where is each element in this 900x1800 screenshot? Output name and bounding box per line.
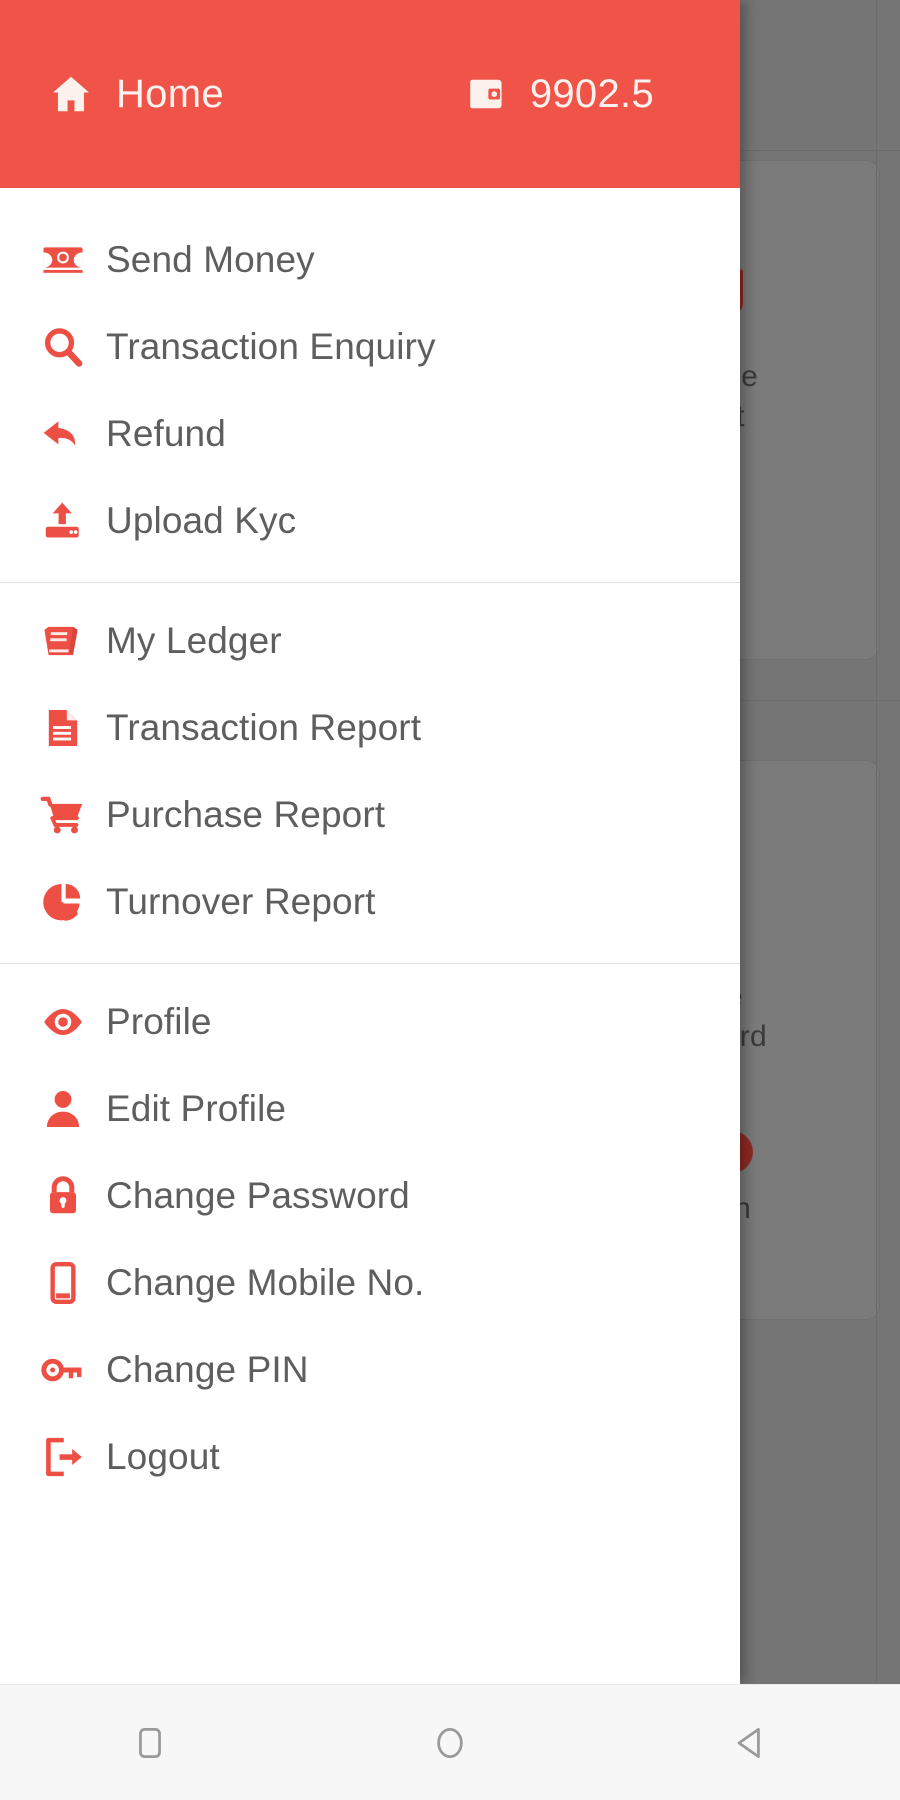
shopping-cart-icon [40, 792, 98, 838]
menu-item-label: Send Money [106, 238, 315, 280]
pie-chart-icon [40, 879, 98, 925]
menu-item-label: Transaction Report [106, 706, 422, 748]
menu-item-turnover-report[interactable]: Turnover Report [0, 858, 740, 945]
mobile-phone-icon [40, 1260, 98, 1306]
menu-item-logout[interactable]: Logout [0, 1413, 740, 1500]
document-icon [40, 705, 98, 751]
android-navigation-bar [0, 1684, 900, 1800]
reply-arrow-icon [40, 411, 98, 457]
menu-item-label: Edit Profile [106, 1087, 287, 1129]
square-icon [139, 1727, 161, 1758]
menu-item-label: Purchase Report [106, 793, 386, 835]
menu-item-label: Transaction Enquiry [106, 325, 436, 367]
banknote-icon [40, 237, 98, 283]
wallet-balance[interactable]: 9902.5 [466, 71, 696, 117]
lock-icon [40, 1173, 98, 1219]
menu-item-label: Upload Kyc [106, 499, 297, 541]
eye-icon [40, 999, 98, 1045]
recents-button[interactable] [0, 1685, 300, 1800]
menu-item-label: Change PIN [106, 1348, 309, 1390]
person-icon [40, 1086, 98, 1132]
menu-group-account: Profile Edit Profile Change Password Cha… [0, 964, 740, 1518]
navigation-drawer: Home 9902.5 Send Money Transaction Enqui… [0, 0, 740, 1684]
menu-item-change-mobile-no[interactable]: Change Mobile No. [0, 1239, 740, 1326]
wallet-icon [470, 79, 502, 109]
drawer-header-title: Home [116, 72, 224, 116]
upload-icon [40, 498, 98, 544]
home-icon [52, 76, 90, 112]
menu-item-change-pin[interactable]: Change PIN [0, 1326, 740, 1413]
background-edge-line [876, 0, 877, 1684]
menu-item-label: Profile [106, 1000, 212, 1042]
menu-item-label: Change Password [106, 1174, 410, 1216]
wallet-balance-amount: 9902.5 [529, 72, 654, 116]
book-icon [40, 618, 98, 664]
home-button[interactable] [300, 1685, 600, 1800]
sign-out-icon [40, 1434, 98, 1480]
menu-item-purchase-report[interactable]: Purchase Report [0, 771, 740, 858]
menu-item-label: Refund [106, 412, 226, 454]
menu-item-label: Logout [106, 1435, 220, 1477]
drawer-header-home[interactable]: Home [48, 71, 224, 117]
drawer-header: Home 9902.5 [0, 0, 740, 188]
menu-item-profile[interactable]: Profile [0, 978, 740, 1065]
menu-item-my-ledger[interactable]: My Ledger [0, 597, 740, 684]
menu-item-transaction-report[interactable]: Transaction Report [0, 684, 740, 771]
menu-item-label: Turnover Report [106, 880, 376, 922]
menu-item-change-password[interactable]: Change Password [0, 1152, 740, 1239]
app-screen: ase ort ge word Pin Home [0, 0, 900, 1800]
menu-item-label: My Ledger [106, 619, 282, 661]
menu-group-transactions: Send Money Transaction Enquiry Refund Up… [0, 202, 740, 582]
back-button[interactable] [600, 1685, 900, 1800]
menu-item-edit-profile[interactable]: Edit Profile [0, 1065, 740, 1152]
drawer-menu: Send Money Transaction Enquiry Refund Up… [0, 188, 740, 1518]
menu-item-upload-kyc[interactable]: Upload Kyc [0, 477, 740, 564]
triangle-left-icon [737, 1727, 760, 1758]
menu-item-refund[interactable]: Refund [0, 390, 740, 477]
menu-item-label: Change Mobile No. [106, 1261, 425, 1303]
menu-item-transaction-enquiry[interactable]: Transaction Enquiry [0, 303, 740, 390]
circle-icon [437, 1727, 463, 1758]
key-icon [40, 1347, 98, 1393]
search-icon [40, 324, 98, 370]
menu-group-reports: My Ledger Transaction Report Purchase Re… [0, 583, 740, 963]
menu-item-send-money[interactable]: Send Money [0, 216, 740, 303]
